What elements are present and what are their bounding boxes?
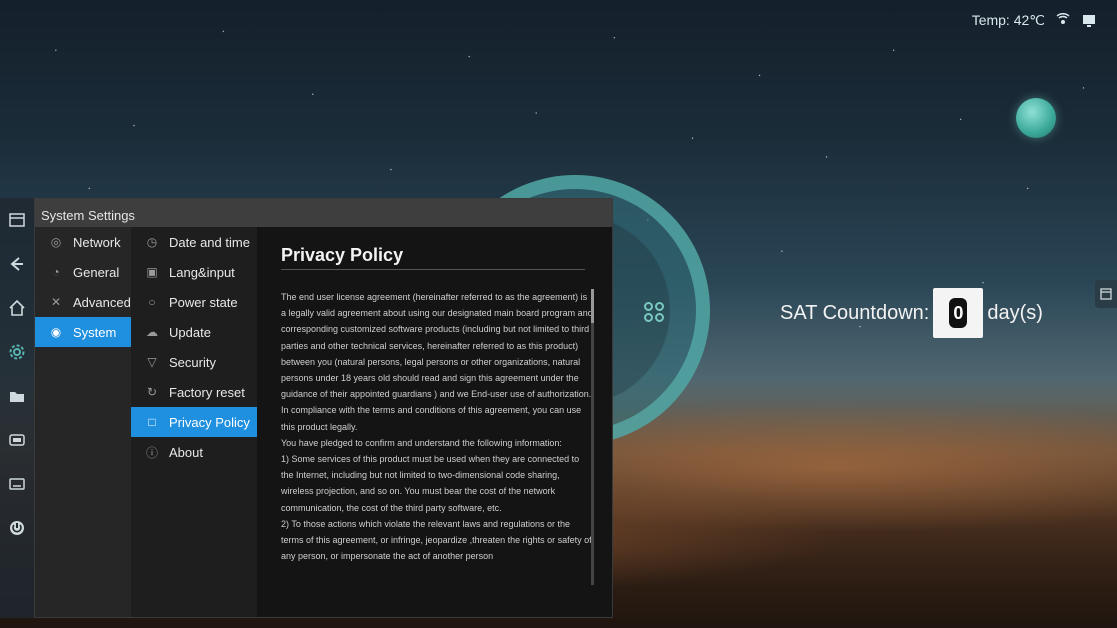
floating-orb-button[interactable]: [1016, 98, 1056, 138]
window-icon: [1100, 288, 1112, 300]
window-title: System Settings: [35, 199, 612, 227]
countdown-label: SAT Countdown:: [780, 301, 930, 324]
category-label: Network: [73, 234, 121, 250]
countdown-unit: day(s): [987, 301, 1043, 324]
submenu-power-state[interactable]: ○ Power state: [131, 287, 257, 317]
shield-icon: ▽: [147, 355, 157, 369]
category-menu: ◎ Network ◔ General ✕ Advanced ◉ System: [35, 227, 131, 617]
dock-home-button[interactable]: [0, 286, 34, 330]
settings-icon: [9, 344, 25, 360]
system-settings-window: System Settings ◎ Network ◔ General ✕ Ad…: [34, 198, 613, 618]
submenu-security[interactable]: ▽ Security: [131, 347, 257, 377]
policy-text[interactable]: The end user license agreement (hereinaf…: [281, 289, 593, 619]
power-icon: [10, 521, 24, 535]
category-label: Advanced: [73, 294, 131, 310]
dock-input-source-button[interactable]: [0, 418, 34, 462]
policy-scrollbar[interactable]: [591, 289, 594, 585]
dock-keyboard-button[interactable]: [0, 462, 34, 506]
category-label: General: [73, 264, 120, 280]
info-icon: ⓘ: [145, 445, 158, 460]
apps-icon[interactable]: [644, 302, 664, 322]
sat-countdown: SAT Countdown: 0 day(s): [780, 288, 1043, 338]
monitor-icon[interactable]: [1081, 13, 1097, 29]
submenu-date-and-time[interactable]: ◷ Date and time: [131, 227, 257, 257]
status-bar: Temp: 42℃: [972, 12, 1097, 29]
submenu-label: Security: [169, 354, 216, 370]
clock-icon: ◷: [146, 235, 158, 249]
folder-icon: [10, 392, 24, 402]
right-sidebar-tab[interactable]: [1095, 280, 1117, 308]
wireless-icon[interactable]: [1055, 12, 1071, 29]
left-dock: [0, 198, 34, 618]
submenu-privacy-policy[interactable]: □ Privacy Policy: [131, 407, 257, 437]
category-advanced[interactable]: ✕ Advanced: [35, 287, 131, 317]
submenu-update[interactable]: ☁ Update: [131, 317, 257, 347]
submenu-label: Lang&input: [169, 264, 235, 280]
category-network[interactable]: ◎ Network: [35, 227, 131, 257]
globe-icon: ◎: [50, 235, 62, 249]
submenu-label: About: [169, 444, 203, 460]
reset-icon: ↻: [146, 385, 158, 399]
temperature-label: Temp: 42℃: [971, 12, 1045, 28]
submenu-about[interactable]: ⓘ About: [131, 437, 257, 467]
lock-icon: □: [148, 415, 156, 429]
submenu-factory-reset[interactable]: ↻ Factory reset: [131, 377, 257, 407]
countdown-value: 0: [949, 298, 968, 328]
dock-window-button[interactable]: [0, 198, 34, 242]
submenu-label: Privacy Policy: [169, 414, 250, 430]
window-icon: [9, 213, 25, 227]
input-source-icon: [9, 434, 25, 446]
category-label: System: [73, 324, 117, 340]
cloud-icon: ☁: [146, 325, 158, 339]
title-divider: [281, 269, 585, 270]
dock-back-button[interactable]: [0, 242, 34, 286]
back-icon: [10, 257, 23, 271]
content-pane: Privacy Policy The end user license agre…: [257, 227, 612, 617]
tools-icon: ✕: [50, 295, 62, 309]
scroll-thumb[interactable]: [591, 289, 594, 323]
submenu-label: Date and time: [169, 234, 250, 250]
gear-icon: ◉: [50, 325, 62, 339]
language-icon: ▣: [146, 265, 158, 279]
countdown-digit-box: 0: [933, 288, 984, 338]
category-system[interactable]: ◉ System: [35, 317, 131, 347]
keyboard-icon: [9, 478, 25, 490]
category-general[interactable]: ◔ General: [35, 257, 131, 287]
page-title: Privacy Policy: [281, 245, 404, 265]
submenu-label: Factory reset: [169, 384, 245, 400]
dock-power-button[interactable]: [0, 506, 34, 550]
home-icon: [9, 299, 25, 316]
dock-settings-button[interactable]: [0, 330, 34, 374]
submenu-lang-input[interactable]: ▣ Lang&input: [131, 257, 257, 287]
submenu-label: Update: [169, 324, 211, 340]
palette-icon: ◔: [52, 265, 60, 279]
dock-folder-button[interactable]: [0, 374, 34, 418]
system-submenu: ◷ Date and time ▣ Lang&input ○ Power sta…: [131, 227, 257, 617]
submenu-label: Power state: [169, 294, 238, 310]
power-icon: ○: [148, 295, 156, 309]
